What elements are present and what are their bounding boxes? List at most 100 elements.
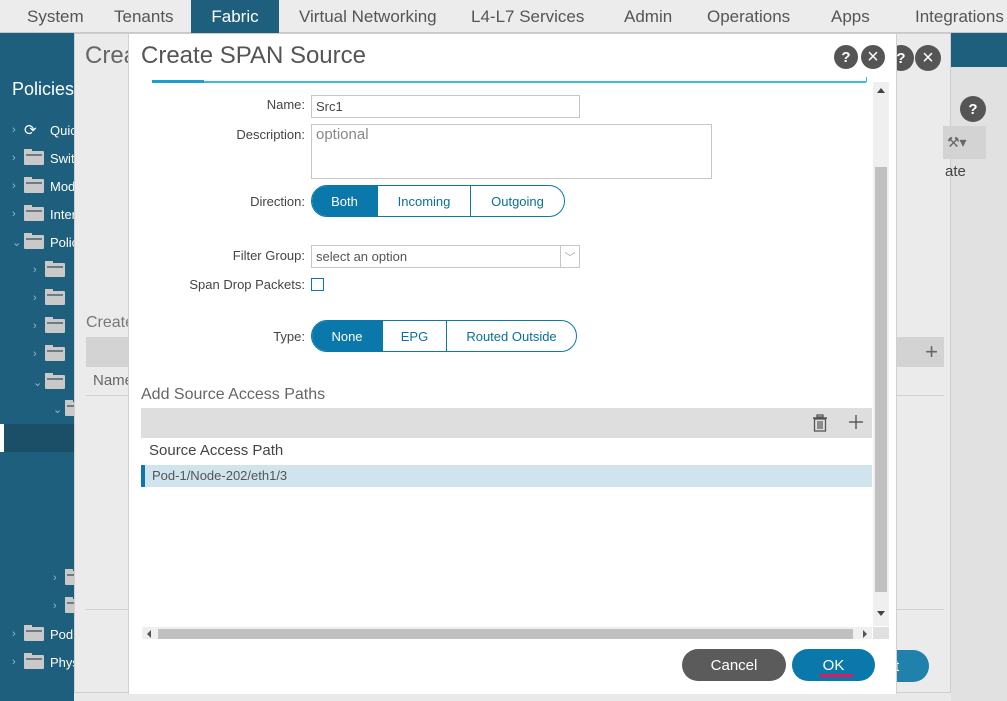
description-textarea[interactable]: optional [311,124,712,179]
chevron-right-icon: › [53,572,57,584]
direction-both-button[interactable]: Both [312,186,377,216]
delete-icon[interactable] [811,414,829,432]
tree-item-pod[interactable]: › Pod [12,624,73,644]
background-column-name: Name [93,372,134,389]
cancel-button[interactable]: Cancel [682,649,786,681]
sidebar: Policies › ⟳ Quick Start › Switches › Mo… [0,33,74,701]
chevron-down-icon: ⌄ [12,236,22,249]
table-row[interactable]: Pod-1/Node-202/eth1/3 [141,465,872,487]
name-input[interactable] [311,95,580,118]
tree-item-sub[interactable]: › [33,316,71,336]
chevron-right-icon: › [33,264,37,276]
tab-admin[interactable]: Admin [624,0,672,33]
plus-icon [849,415,863,429]
close-icon[interactable]: × [915,45,941,71]
chevron-right-icon: › [33,348,37,360]
tab-underline [152,77,867,83]
tab-system[interactable]: System [27,0,84,33]
chevron-right-icon: › [53,600,57,612]
tree-item-interfaces[interactable]: › Interfaces [12,204,74,224]
top-navigation: System Tenants Fabric Virtual Networking… [0,0,1007,33]
chevron-right-icon: › [12,208,16,220]
scrollbar-thumb[interactable] [158,629,853,639]
tree-item-sub[interactable]: › [33,260,71,280]
folder-icon [65,597,74,613]
close-icon[interactable]: × [861,45,885,69]
tab-apps[interactable]: Apps [831,0,870,33]
help-icon[interactable]: ? [960,96,986,122]
tab-virtual-networking[interactable]: Virtual Networking [299,0,437,33]
folder-icon [24,625,44,641]
scrollbar-thumb[interactable] [875,167,887,592]
folder-icon [24,233,44,249]
folder-icon [65,569,74,585]
scroll-right-icon[interactable] [863,630,867,638]
folder-icon [24,149,44,165]
filter-group-value: select an option [316,249,408,264]
type-routed-outside-button[interactable]: Routed Outside [446,321,576,351]
folder-icon [24,205,44,221]
type-label: Type: [273,329,305,344]
trash-icon [813,414,827,432]
filter-group-select[interactable]: select an option ﹀ [311,245,580,268]
tree-item-sub[interactable]: › [33,288,71,308]
scroll-corner [873,627,889,639]
tree-item-sub[interactable]: › [53,596,74,616]
direction-incoming-button[interactable]: Incoming [377,186,470,216]
scroll-down-icon[interactable] [877,611,885,616]
tree-item-sub[interactable]: ⌄ [33,372,71,392]
type-epg-button[interactable]: EPG [382,321,446,351]
chevron-down-icon[interactable]: ﹀ [560,246,579,267]
tools-dropdown[interactable]: ⚒▾ [943,126,986,159]
dialog-title: Create SPAN Source [141,42,366,69]
chevron-right-icon: › [12,152,16,164]
tree-item-quick-start[interactable]: › ⟳ Quick Start [12,120,74,140]
chevron-down-icon: ⌄ [33,376,43,389]
chevron-right-icon: › [33,292,37,304]
type-none-button[interactable]: None [312,321,382,351]
span-drop-packets-label: Span Drop Packets: [189,277,305,292]
add-icon[interactable] [847,414,865,432]
folder-icon [65,400,74,416]
direction-selector: Both Incoming Outgoing [311,185,565,217]
sidebar-title: Policies [12,79,74,99]
tab-tenants[interactable]: Tenants [114,0,174,33]
tree-item-sub[interactable]: › [53,568,74,588]
tree-item-sub[interactable]: › [33,344,71,364]
vertical-scrollbar[interactable] [873,82,889,626]
chevron-right-icon: › [33,320,37,332]
tree-item-selected[interactable] [0,424,74,452]
tree-item-policies[interactable]: ⌄ Policies [12,232,74,252]
direction-outgoing-button[interactable]: Outgoing [470,186,564,216]
chevron-right-icon: › [12,124,16,136]
tab-integrations[interactable]: Integrations [915,0,1004,33]
help-icon[interactable]: ? [834,45,858,69]
horizontal-scrollbar[interactable] [142,627,872,639]
tree-item-switches[interactable]: › Switches [12,148,74,168]
tree-item-sub[interactable]: ⌄ [53,399,74,419]
description-label: Description: [236,127,305,142]
folder-icon [45,345,65,361]
create-span-source-dialog: Create SPAN Source ? × Name: Description… [128,34,897,694]
scroll-left-icon[interactable] [147,630,151,638]
span-drop-packets-checkbox[interactable] [311,278,324,291]
background-section-title: Create [86,314,135,331]
tab-fabric[interactable]: Fabric [191,0,279,33]
tab-operations[interactable]: Operations [707,0,790,33]
tree-item-modules[interactable]: › Modules [12,176,74,196]
access-paths-toolbar [141,408,872,438]
tab-l4-l7-services[interactable]: L4-L7 Services [471,0,584,33]
access-paths-title: Add Source Access Paths [141,386,326,403]
folder-icon [45,373,65,389]
scroll-up-icon[interactable] [877,88,885,93]
chevron-right-icon: › [12,628,16,640]
add-icon[interactable]: + [925,339,938,365]
tree-item-physical-domains[interactable]: › Physical and External Domains [12,652,74,672]
column-header-source-access-path[interactable]: Source Access Path [149,442,283,459]
folder-icon [45,261,65,277]
folder-icon [24,177,44,193]
ok-focus-underline [820,674,853,677]
chevron-right-icon: › [12,180,16,192]
active-tab-indicator [152,80,204,83]
chevron-right-icon: › [12,656,16,668]
